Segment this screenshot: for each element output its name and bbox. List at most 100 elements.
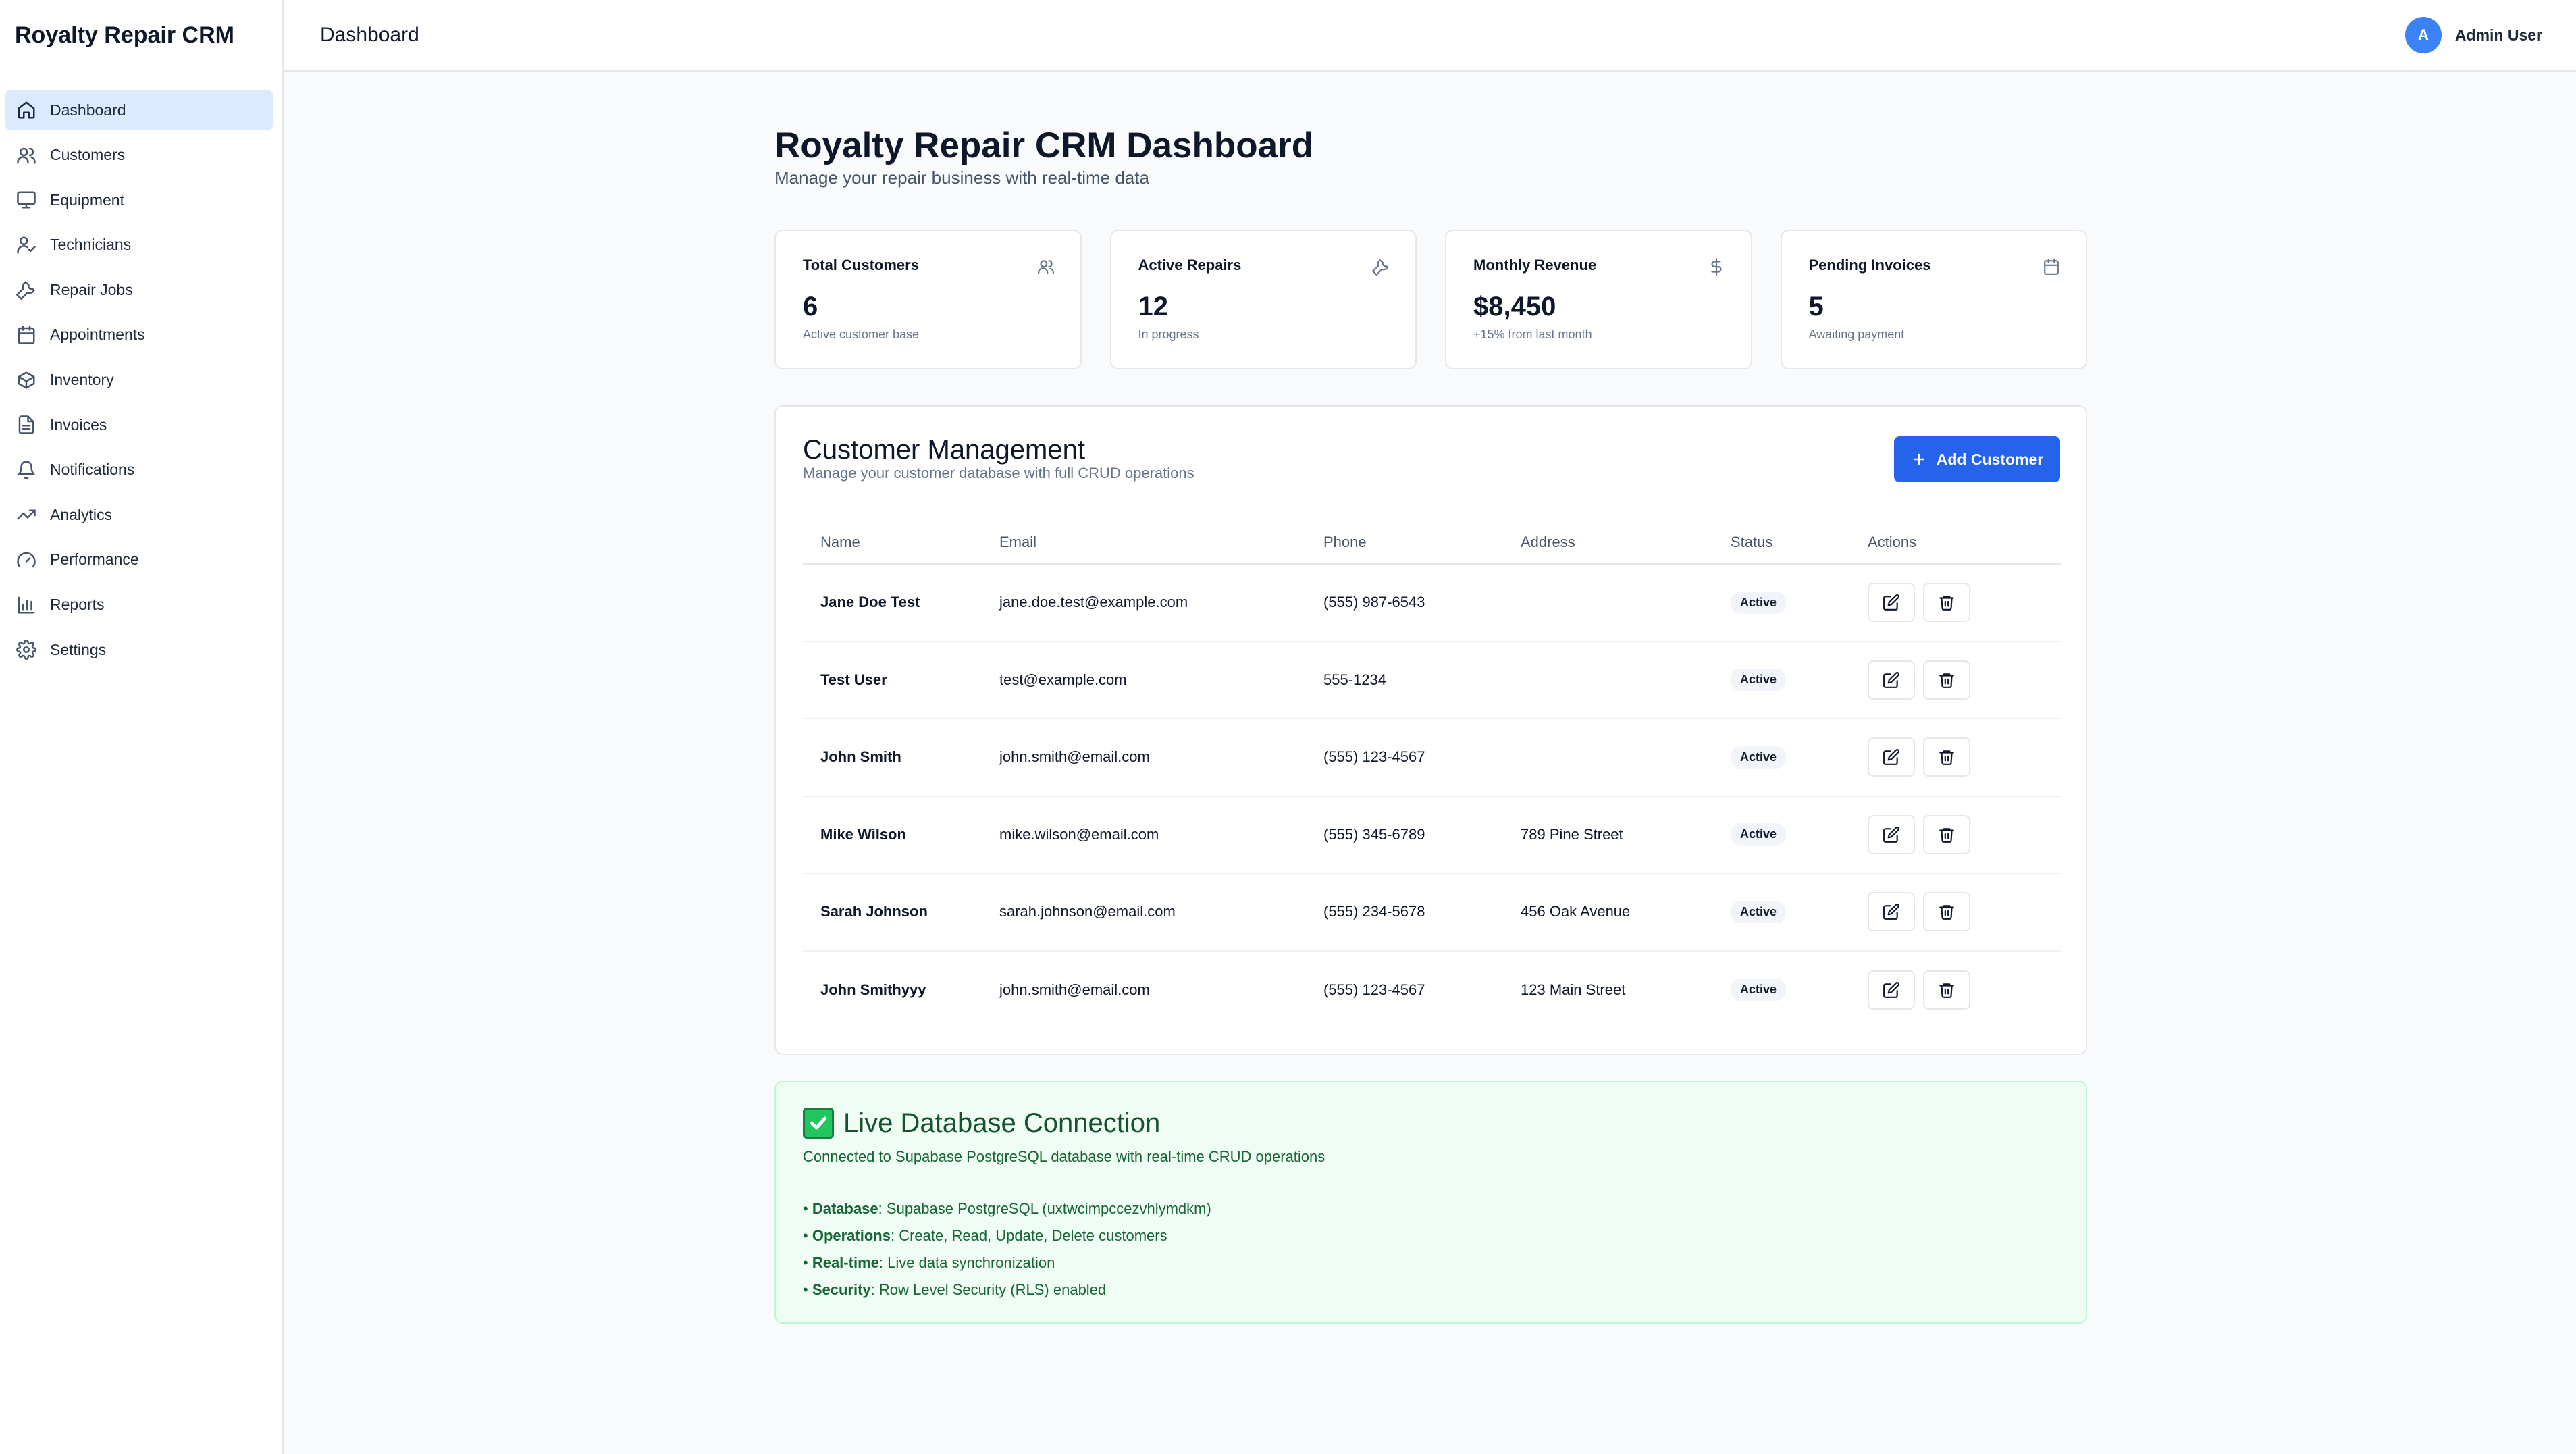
sidebar-item-label: Technicians: [50, 236, 132, 254]
check-icon: [803, 1108, 834, 1139]
detail-value: Live data synchronization: [887, 1254, 1055, 1271]
gear-icon: [16, 640, 36, 660]
table-row[interactable]: Test User test@example.com 555-1234 Acti…: [803, 642, 2061, 719]
column-header[interactable]: Phone: [1323, 534, 1521, 551]
customer-email: jane.doe.test@example.com: [999, 594, 1188, 611]
database-title: Live Database Connection: [843, 1108, 1161, 1138]
gauge-icon: [17, 552, 36, 568]
section-title: Customer Management: [803, 435, 1085, 465]
sidebar-item-dashboard[interactable]: Dashboard: [5, 90, 273, 130]
top-bar: Dashboard A Admin User: [284, 0, 2576, 72]
customer-phone: 555-1234: [1323, 671, 1386, 688]
column-header[interactable]: Address: [1521, 534, 1731, 551]
delete-button[interactable]: [1923, 583, 1970, 623]
stat-value: 5: [1808, 292, 1824, 321]
delete-button[interactable]: [1923, 737, 1970, 777]
table-row[interactable]: Mike Wilson mike.wilson@email.com (555) …: [803, 797, 2061, 874]
add-customer-button[interactable]: Add Customer: [1894, 436, 2060, 482]
table-row[interactable]: John Smithyyy john.smith@email.com (555)…: [803, 952, 2061, 1029]
edit-icon: [1883, 826, 1899, 843]
edit-button[interactable]: [1868, 583, 1915, 623]
detail-key: Security: [812, 1281, 871, 1298]
column-header[interactable]: Status: [1731, 534, 1868, 551]
customer-name: Jane Doe Test: [820, 594, 920, 611]
database-detail-item: • Real-time: Live data synchronization: [803, 1254, 1055, 1271]
detail-key: Operations: [812, 1227, 891, 1244]
edit-button[interactable]: [1868, 814, 1915, 854]
column-header[interactable]: Email: [999, 534, 1323, 551]
stat-card-active-repairs: Active Repairs 12 In progress: [1109, 230, 1417, 369]
user-menu[interactable]: A Admin User: [2404, 17, 2542, 53]
status-badge: Active: [1731, 979, 1787, 1002]
customer-email: sarah.johnson@email.com: [999, 903, 1176, 920]
sidebar-item-label: Analytics: [50, 505, 113, 523]
status-badge: Active: [1731, 900, 1787, 923]
detail-key: Database: [812, 1200, 878, 1217]
sidebar-item-label: Settings: [50, 640, 107, 658]
trash-icon: [1939, 828, 1954, 843]
add-customer-label: Add Customer: [1936, 450, 2044, 468]
stat-label: Pending Invoices: [1808, 257, 1931, 274]
stat-value: 12: [1138, 292, 1169, 321]
sidebar-item-reports[interactable]: Reports: [5, 585, 273, 625]
edit-icon: [1883, 749, 1899, 766]
delete-button[interactable]: [1923, 970, 1970, 1010]
page-title: Royalty Repair CRM Dashboard: [774, 126, 1314, 165]
sidebar-item-inventory[interactable]: Inventory: [5, 360, 273, 400]
edit-button[interactable]: [1868, 970, 1915, 1010]
column-header[interactable]: Name: [803, 534, 999, 551]
users-icon: [17, 147, 36, 164]
stat-label: Active Repairs: [1138, 257, 1242, 274]
customer-name: Sarah Johnson: [820, 903, 928, 920]
table-row[interactable]: John Smith john.smith@email.com (555) 12…: [803, 719, 2061, 797]
table-header: Name Email Phone Address Status Actions: [803, 521, 2061, 565]
sidebar-nav: Dashboard Customers Equipment Technician…: [0, 71, 282, 670]
database-subtitle: Connected to Supabase PostgreSQL databas…: [803, 1148, 1325, 1165]
detail-value: Supabase PostgreSQL (uxtwcimpccezvhlymdk…: [886, 1200, 1211, 1217]
calendar-icon: [2044, 259, 2059, 275]
customer-name: John Smith: [820, 748, 901, 766]
delete-button[interactable]: [1923, 660, 1970, 700]
edit-button[interactable]: [1868, 660, 1915, 700]
customer-phone: (555) 234-5678: [1323, 903, 1425, 920]
stat-label: Monthly Revenue: [1473, 257, 1597, 274]
app-brand: Royalty Repair CRM: [15, 22, 234, 48]
sidebar-item-label: Notifications: [50, 461, 135, 479]
detail-key: Real-time: [812, 1254, 879, 1271]
customer-address: 789 Pine Street: [1521, 825, 1623, 843]
calendar-icon: [18, 326, 35, 344]
sidebar-item-analytics[interactable]: Analytics: [5, 494, 273, 535]
avatar[interactable]: A: [2404, 17, 2442, 53]
status-badge: Active: [1731, 669, 1787, 692]
edit-button[interactable]: [1868, 737, 1915, 777]
delete-button[interactable]: [1923, 892, 1970, 932]
sidebar-item-customers[interactable]: Customers: [5, 135, 273, 176]
database-detail-item: • Security: Row Level Security (RLS) ena…: [803, 1281, 1107, 1298]
edit-icon: [1883, 671, 1899, 688]
customer-phone: (555) 123-4567: [1323, 981, 1425, 998]
sidebar-item-invoices[interactable]: Invoices: [5, 405, 273, 445]
trash-icon: [1939, 673, 1954, 688]
status-badge: Active: [1731, 591, 1787, 614]
trash-icon: [1939, 983, 1954, 998]
sidebar-item-label: Repair Jobs: [50, 280, 133, 298]
edit-button[interactable]: [1868, 892, 1915, 932]
sidebar-item-technicians[interactable]: Technicians: [5, 225, 273, 265]
plus-icon: [1913, 453, 1925, 465]
sidebar-item-notifications[interactable]: Notifications: [5, 450, 273, 490]
sidebar-item-repair-jobs[interactable]: Repair Jobs: [5, 269, 273, 310]
sidebar-item-appointments[interactable]: Appointments: [5, 315, 273, 355]
sidebar-item-label: Customers: [50, 146, 126, 164]
sidebar-item-equipment[interactable]: Equipment: [5, 180, 273, 220]
delete-button[interactable]: [1923, 814, 1970, 854]
table-row[interactable]: Jane Doe Test jane.doe.test@example.com …: [803, 565, 2061, 642]
sidebar-item-settings[interactable]: Settings: [5, 629, 273, 670]
table-row[interactable]: Sarah Johnson sarah.johnson@email.com (5…: [803, 874, 2061, 952]
status-badge: Active: [1731, 823, 1787, 846]
trending-up-icon: [17, 509, 36, 520]
bar-chart-icon: [18, 596, 35, 614]
sidebar-item-performance[interactable]: Performance: [5, 540, 273, 580]
edit-icon: [1883, 981, 1899, 998]
customer-email: test@example.com: [999, 671, 1127, 688]
sidebar: Royalty Repair CRM Dashboard Customers E…: [0, 0, 284, 1454]
